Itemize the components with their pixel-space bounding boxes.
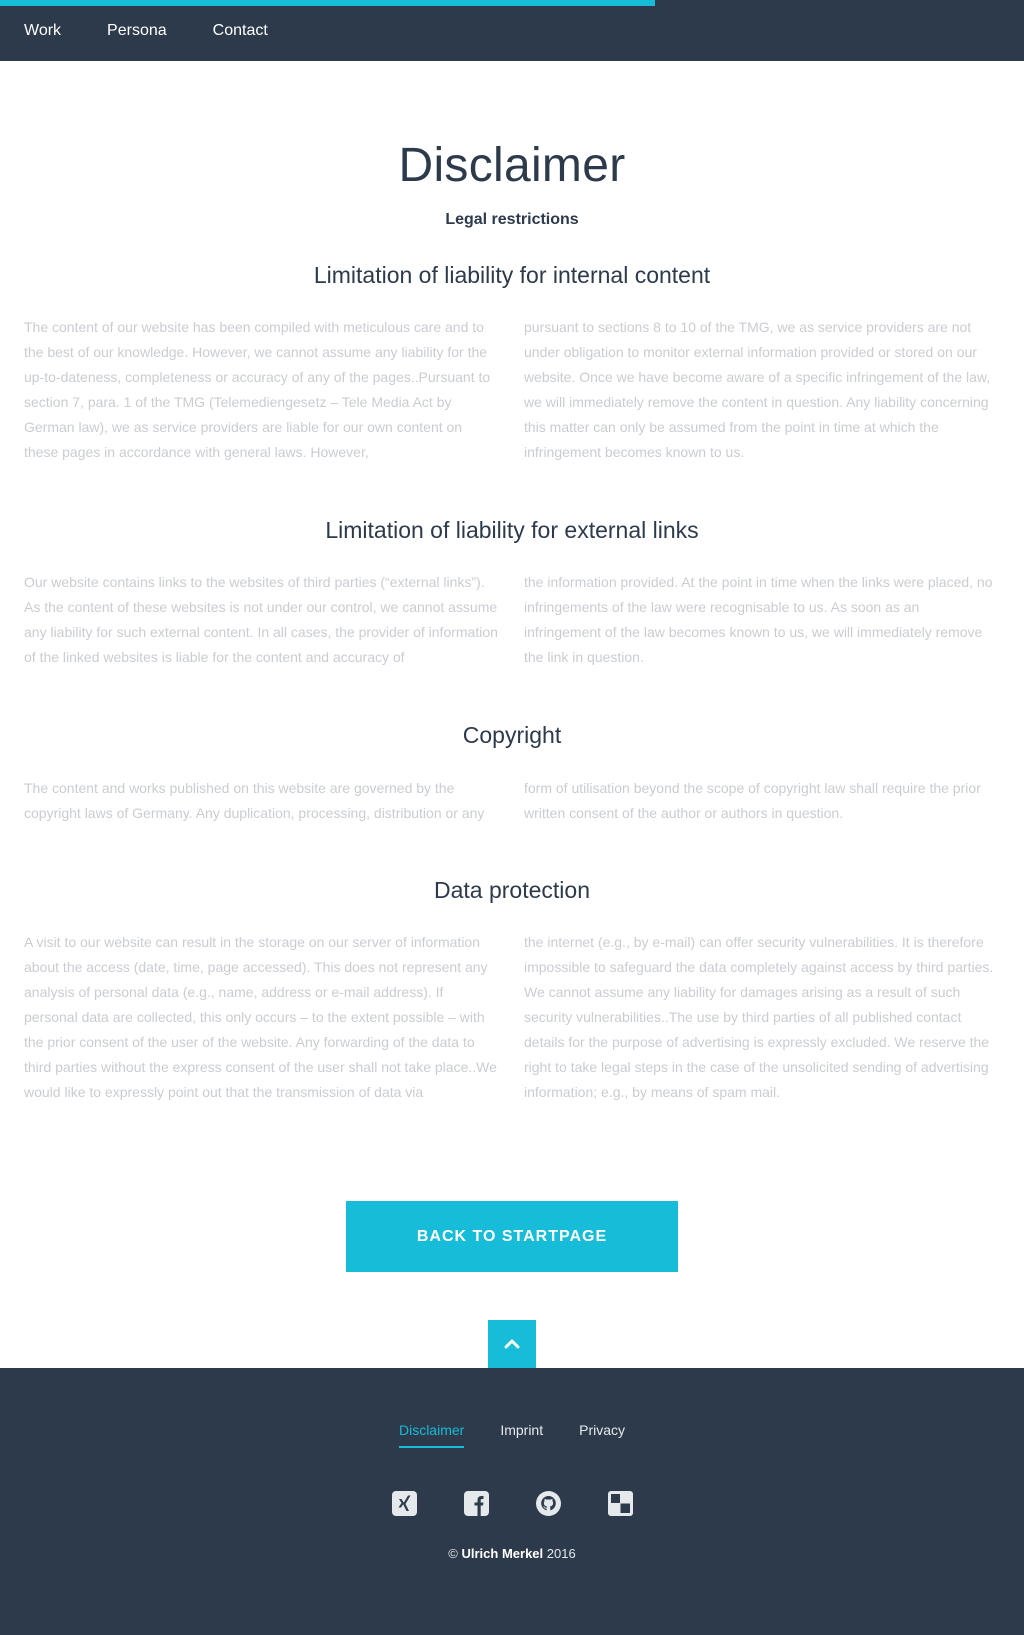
copyright-name: Ulrich Merkel	[461, 1546, 544, 1561]
social-links	[0, 1491, 1024, 1516]
section-external-links: Our website contains links to the websit…	[24, 570, 1000, 670]
back-to-startpage-button[interactable]: BACK TO STARTPAGE	[346, 1201, 678, 1272]
copyright-symbol: ©	[448, 1546, 458, 1561]
nav-link-work[interactable]: Work	[24, 22, 61, 40]
section-heading-external-links: Limitation of liability for external lin…	[325, 517, 699, 543]
section-text-right: pursuant to sections 8 to 10 of the TMG,…	[524, 319, 991, 460]
delicious-icon[interactable]	[607, 1491, 633, 1516]
section-copyright: The content and works published on this …	[24, 776, 1000, 826]
section-text-left: The content of our website has been comp…	[24, 319, 491, 460]
section-text-left: A visit to our website can result in the…	[24, 934, 497, 1100]
nav-link-contact[interactable]: Contact	[213, 22, 268, 40]
section-data-protection: A visit to our website can result in the…	[24, 930, 1000, 1105]
section-text-right: form of utilisation beyond the scope of …	[524, 780, 981, 821]
scroll-to-top-button[interactable]	[488, 1320, 536, 1368]
footer-link-privacy[interactable]: Privacy	[579, 1422, 625, 1448]
top-navigation-bar: Work Persona Contact	[0, 0, 1024, 61]
facebook-icon[interactable]	[463, 1491, 489, 1516]
xing-icon[interactable]	[391, 1491, 417, 1516]
section-heading-data-protection: Data protection	[434, 877, 590, 903]
footer-links: Disclaimer Imprint Privacy	[0, 1422, 1024, 1448]
footer-link-imprint[interactable]: Imprint	[500, 1422, 543, 1448]
chevron-up-icon	[504, 1339, 520, 1349]
nav-link-persona[interactable]: Persona	[107, 22, 167, 40]
section-heading-copyright: Copyright	[462, 722, 562, 748]
page-title: Disclaimer	[398, 139, 626, 192]
footer-link-disclaimer[interactable]: Disclaimer	[398, 1422, 465, 1448]
github-icon[interactable]	[535, 1491, 561, 1516]
section-text-left: Our website contains links to the websit…	[24, 574, 498, 665]
copyright-year: 2016	[546, 1546, 576, 1561]
section-text-left: The content and works published on this …	[24, 780, 485, 821]
section-internal-content: The content of our website has been comp…	[24, 315, 1000, 465]
scroll-progress-bar	[0, 0, 655, 6]
section-text-right: the information provided. At the point i…	[524, 574, 993, 665]
copyright: © Ulrich Merkel 2016	[0, 1546, 1024, 1561]
section-heading-internal-content: Limitation of liability for internal con…	[313, 262, 711, 288]
page-subtitle: Legal restrictions	[445, 211, 579, 228]
section-text-right: the internet (e.g., by e-mail) can offer…	[524, 934, 994, 1100]
main-nav: Work Persona Contact	[24, 22, 314, 40]
footer: Disclaimer Imprint Privacy © Ulrich Merk…	[0, 1368, 1024, 1635]
